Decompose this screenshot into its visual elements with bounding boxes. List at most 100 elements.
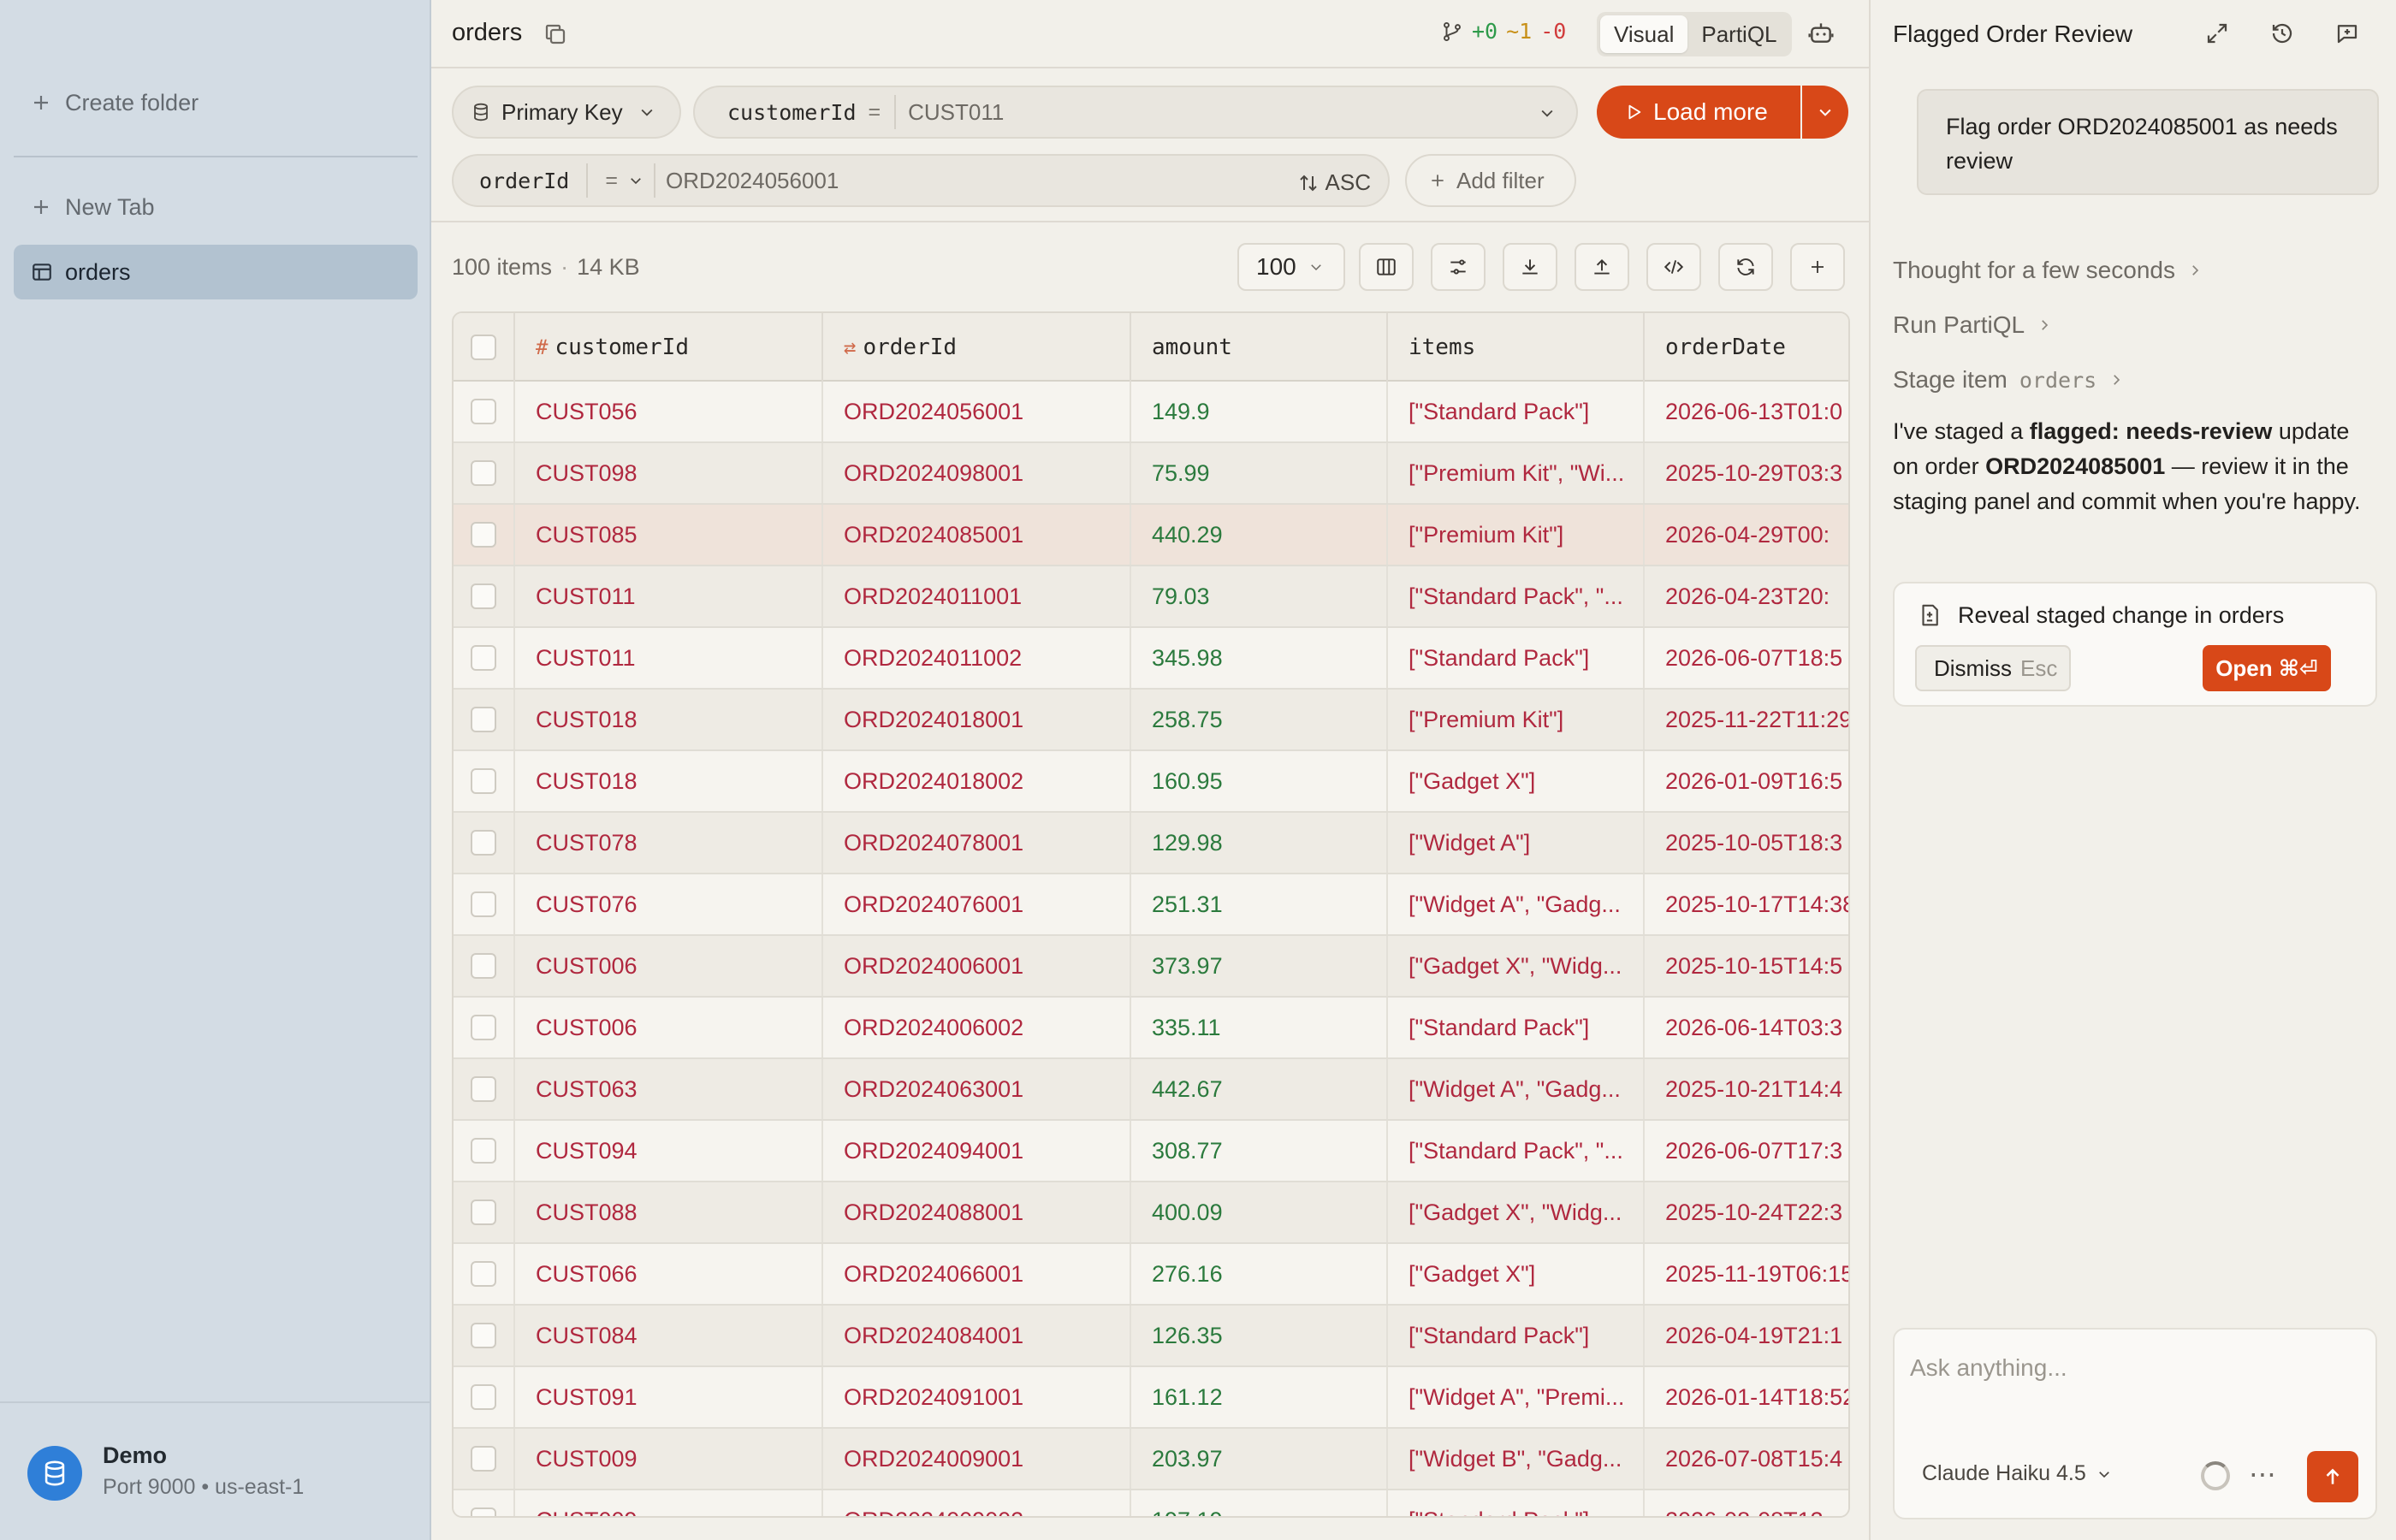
cell-orderdate[interactable]: 2025-11-22T11:29 xyxy=(1645,690,1848,749)
cell-amount[interactable]: 161.12 xyxy=(1131,1367,1388,1427)
cell-orderdate[interactable]: 2026-08-08T13: xyxy=(1645,1490,1848,1517)
row-checkbox[interactable] xyxy=(471,583,496,609)
cell-amount[interactable]: 345.98 xyxy=(1131,628,1388,688)
cell-items[interactable]: ["Standard Pack", "... xyxy=(1388,566,1645,626)
cell-amount[interactable]: 251.31 xyxy=(1131,874,1388,934)
cell-items[interactable]: ["Premium Kit"] xyxy=(1388,505,1645,565)
cell-items[interactable]: ["Standard Pack"] xyxy=(1388,1306,1645,1365)
index-select[interactable]: Primary Key xyxy=(452,86,681,139)
cell-customerid[interactable]: CUST009 xyxy=(515,1429,823,1489)
cell-amount[interactable]: 79.03 xyxy=(1131,566,1388,626)
expand-icon[interactable] xyxy=(2204,21,2230,46)
column-header-items[interactable]: items xyxy=(1388,313,1645,382)
cell-customerid[interactable]: CUST063 xyxy=(515,1059,823,1119)
sort-key-value[interactable]: ORD2024056001 xyxy=(666,168,839,194)
cell-orderid[interactable]: ORD2024076001 xyxy=(823,874,1131,934)
column-header-orderdate[interactable]: orderDate xyxy=(1645,313,1848,382)
cell-amount[interactable]: 258.75 xyxy=(1131,690,1388,749)
cell-orderdate[interactable]: 2025-10-15T14:5 xyxy=(1645,936,1848,996)
cell-amount[interactable]: 160.95 xyxy=(1131,751,1388,811)
chevron-down-icon[interactable] xyxy=(1539,104,1556,121)
cell-customerid[interactable]: CUST076 xyxy=(515,874,823,934)
sort-order-toggle[interactable]: ASC xyxy=(1298,169,1371,196)
cell-customerid[interactable]: CUST091 xyxy=(515,1367,823,1427)
stage-item-step[interactable]: Stage item orders xyxy=(1893,366,2124,394)
cell-items[interactable]: ["Gadget X", "Widg... xyxy=(1388,1182,1645,1242)
cell-customerid[interactable]: CUST011 xyxy=(515,628,823,688)
cell-orderid[interactable]: ORD2024085001 xyxy=(823,505,1131,565)
cell-orderdate[interactable]: 2025-11-19T06:15 xyxy=(1645,1244,1848,1304)
assistant-robot-icon[interactable] xyxy=(1807,19,1835,46)
table-row[interactable]: CUST011 ORD2024011001 79.03 ["Standard Pack… xyxy=(454,566,1848,628)
table-row[interactable]: CUST063 ORD2024063001 442.67 ["Widget A", "… xyxy=(454,1059,1848,1121)
refresh-button[interactable] xyxy=(1718,243,1773,291)
column-header-amount[interactable]: amount xyxy=(1131,313,1388,382)
cell-orderdate[interactable]: 2026-06-07T17:3 xyxy=(1645,1121,1848,1181)
select-all-checkbox[interactable] xyxy=(471,335,496,360)
table-row[interactable]: CUST085 ORD2024085001 440.29 ["Premium Kit"… xyxy=(454,505,1848,566)
cell-items[interactable]: ["Standard Pack", "... xyxy=(1388,1121,1645,1181)
cell-orderdate[interactable]: 2026-06-13T01:0 xyxy=(1645,382,1848,441)
row-checkbox[interactable] xyxy=(471,1261,496,1287)
cell-orderdate[interactable]: 2025-10-17T14:38 xyxy=(1645,874,1848,934)
cell-items[interactable]: ["Widget B", "Gadg... xyxy=(1388,1429,1645,1489)
cell-orderdate[interactable]: 2026-07-08T15:4 xyxy=(1645,1429,1848,1489)
export-button[interactable] xyxy=(1503,243,1557,291)
row-checkbox[interactable] xyxy=(471,953,496,979)
more-options-icon[interactable]: ⋯ xyxy=(2249,1458,2278,1490)
cell-items[interactable]: ["Widget A", "Premi... xyxy=(1388,1367,1645,1427)
thought-step[interactable]: Thought for a few seconds xyxy=(1893,257,2203,284)
cell-orderid[interactable]: ORD2024056001 xyxy=(823,382,1131,441)
column-header-orderid[interactable]: ⇄ orderId xyxy=(823,313,1131,382)
row-checkbox[interactable] xyxy=(471,1446,496,1472)
cell-orderid[interactable]: ORD2024018002 xyxy=(823,751,1131,811)
cell-customerid[interactable]: CUST078 xyxy=(515,813,823,873)
row-checkbox[interactable] xyxy=(471,1199,496,1225)
history-icon[interactable] xyxy=(2269,21,2295,46)
cell-orderdate[interactable]: 2025-10-21T14:4 xyxy=(1645,1059,1848,1119)
table-row[interactable]: CUST076 ORD2024076001 251.31 ["Widget A", "… xyxy=(454,874,1848,936)
cell-orderid[interactable]: ORD2024063001 xyxy=(823,1059,1131,1119)
cell-orderdate[interactable]: 2026-01-14T18:52 xyxy=(1645,1367,1848,1427)
cell-customerid[interactable]: CUST006 xyxy=(515,936,823,996)
cell-customerid[interactable]: CUST085 xyxy=(515,505,823,565)
row-checkbox[interactable] xyxy=(471,1015,496,1040)
cell-items[interactable]: ["Gadget X"] xyxy=(1388,751,1645,811)
sort-key-filter[interactable]: orderId = ORD2024056001 ASC xyxy=(452,154,1390,207)
add-filter-button[interactable]: Add filter xyxy=(1405,154,1576,207)
cell-customerid[interactable]: CUST018 xyxy=(515,690,823,749)
table-row[interactable]: CUST094 ORD2024094001 308.77 ["Standard Pac… xyxy=(454,1121,1848,1182)
cell-items[interactable]: ["Standard Pack"] xyxy=(1388,998,1645,1057)
chevron-down-icon[interactable] xyxy=(628,173,643,188)
cell-amount[interactable]: 373.97 xyxy=(1131,936,1388,996)
new-chat-icon[interactable] xyxy=(2334,21,2360,46)
row-checkbox[interactable] xyxy=(471,399,496,424)
page-size-select[interactable]: 100 xyxy=(1237,243,1345,291)
cell-orderid[interactable]: ORD2024098001 xyxy=(823,443,1131,503)
filter-settings-button[interactable] xyxy=(1431,243,1486,291)
cell-items[interactable]: ["Standard Pack"] xyxy=(1388,628,1645,688)
cell-amount[interactable]: 442.67 xyxy=(1131,1059,1388,1119)
chat-input[interactable] xyxy=(1910,1347,2355,1389)
table-row[interactable]: CUST009ORD2024009002197.19["Standard Pac… xyxy=(454,1490,1848,1517)
dismiss-button[interactable]: Dismiss Esc xyxy=(1915,645,2071,691)
load-more-button[interactable]: Load more xyxy=(1597,86,1800,139)
cell-amount[interactable]: 126.35 xyxy=(1131,1306,1388,1365)
sidebar-item-orders[interactable]: orders xyxy=(14,245,418,299)
columns-button[interactable] xyxy=(1359,243,1414,291)
send-button[interactable] xyxy=(2307,1451,2358,1502)
add-item-button[interactable] xyxy=(1790,243,1845,291)
cell-orderid[interactable]: ORD2024006002 xyxy=(823,998,1131,1057)
column-header-customerid[interactable]: # customerId xyxy=(515,313,823,382)
row-checkbox[interactable] xyxy=(471,1076,496,1102)
row-checkbox[interactable] xyxy=(471,830,496,856)
load-options-button[interactable] xyxy=(1802,86,1848,139)
sort-key-operator[interactable]: = xyxy=(605,169,618,193)
copy-icon[interactable] xyxy=(543,21,568,47)
cell-amount[interactable]: 400.09 xyxy=(1131,1182,1388,1242)
table-row[interactable]: CUST098 ORD2024098001 75.99 ["Premium Kit",… xyxy=(454,443,1848,505)
cell-orderid[interactable]: ORD2024011002 xyxy=(823,628,1131,688)
cell-orderdate[interactable]: 2025-10-05T18:3 xyxy=(1645,813,1848,873)
cell-orderid[interactable]: ORD2024009002 xyxy=(823,1490,1131,1516)
row-checkbox[interactable] xyxy=(471,707,496,732)
